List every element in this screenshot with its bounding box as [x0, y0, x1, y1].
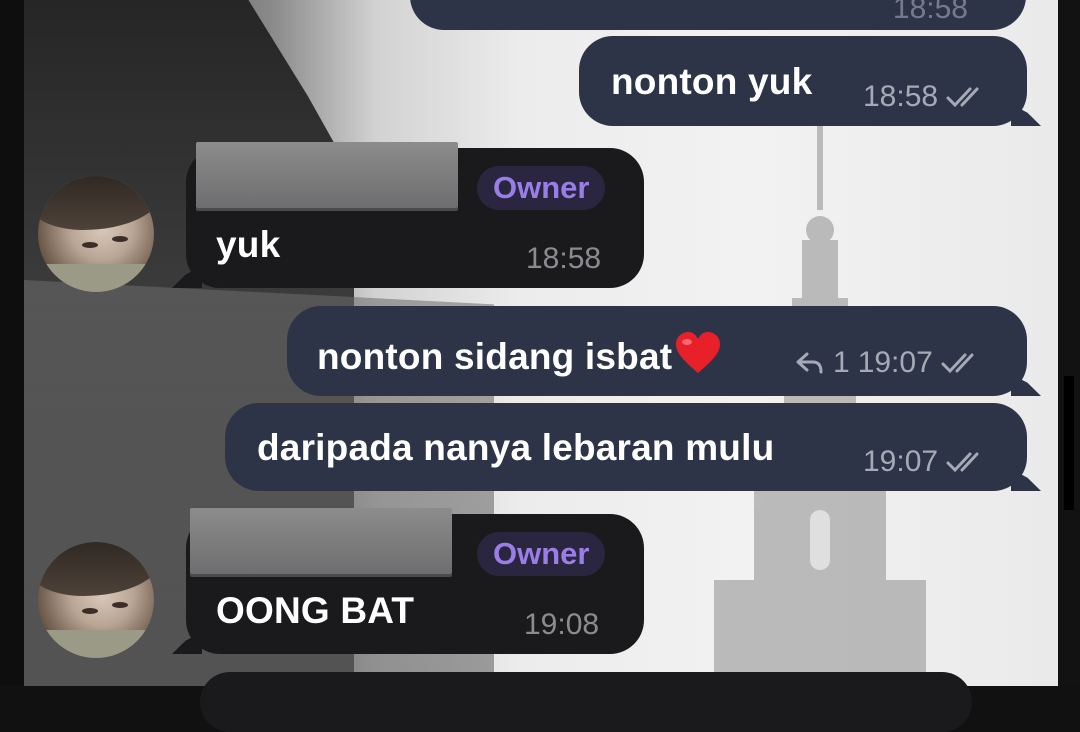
- message-bubble-outgoing[interactable]: daripada nanya lebaran mulu 19:07: [225, 403, 1027, 491]
- message-meta: 18:58: [863, 80, 990, 114]
- message-meta: 18:58: [526, 242, 601, 276]
- double-check-icon: [941, 353, 974, 374]
- owner-badge: Owner: [477, 532, 606, 576]
- message-time: 19:07: [863, 445, 939, 478]
- message-time: 19:07: [857, 346, 933, 379]
- right-edge: [1058, 0, 1080, 686]
- sender-name-redacted: [190, 508, 452, 574]
- message-time: 18:58: [526, 242, 602, 275]
- double-check-icon: [946, 87, 979, 108]
- message-text: daripada nanya lebaran mulu: [257, 427, 775, 468]
- message-text: nonton sidang isbat: [317, 331, 722, 378]
- avatar[interactable]: [38, 542, 154, 658]
- message-meta: 1 19:07: [795, 346, 985, 380]
- avatar[interactable]: [38, 176, 154, 292]
- message-text: nonton yuk: [611, 61, 813, 102]
- reply-arrow-icon[interactable]: [795, 350, 825, 376]
- message-text: yuk: [216, 224, 281, 265]
- reply-count: 1: [833, 346, 850, 379]
- double-check-icon: [946, 452, 979, 473]
- message-text-content: nonton sidang isbat: [317, 336, 673, 377]
- message-meta: 19:08: [524, 608, 599, 642]
- message-bubble-partial[interactable]: 18:58: [410, 0, 1026, 30]
- red-heart-icon: [676, 332, 721, 373]
- owner-badge: Owner: [477, 166, 606, 210]
- message-bubble-outgoing[interactable]: nonton yuk 18:58: [579, 36, 1027, 126]
- message-bubble-outgoing[interactable]: nonton sidang isbat 1 19:07: [287, 306, 1027, 396]
- message-time: 18:58: [863, 80, 939, 113]
- left-edge: [0, 0, 24, 686]
- message-meta: 18:58: [893, 0, 968, 26]
- message-text: OONG BAT: [216, 590, 415, 631]
- message-meta: 19:07: [863, 445, 990, 479]
- message-time: 19:08: [524, 608, 600, 641]
- message-time: 18:58: [892, 0, 968, 25]
- sender-name-redacted: [196, 142, 458, 208]
- message-bubble-partial[interactable]: [200, 672, 972, 732]
